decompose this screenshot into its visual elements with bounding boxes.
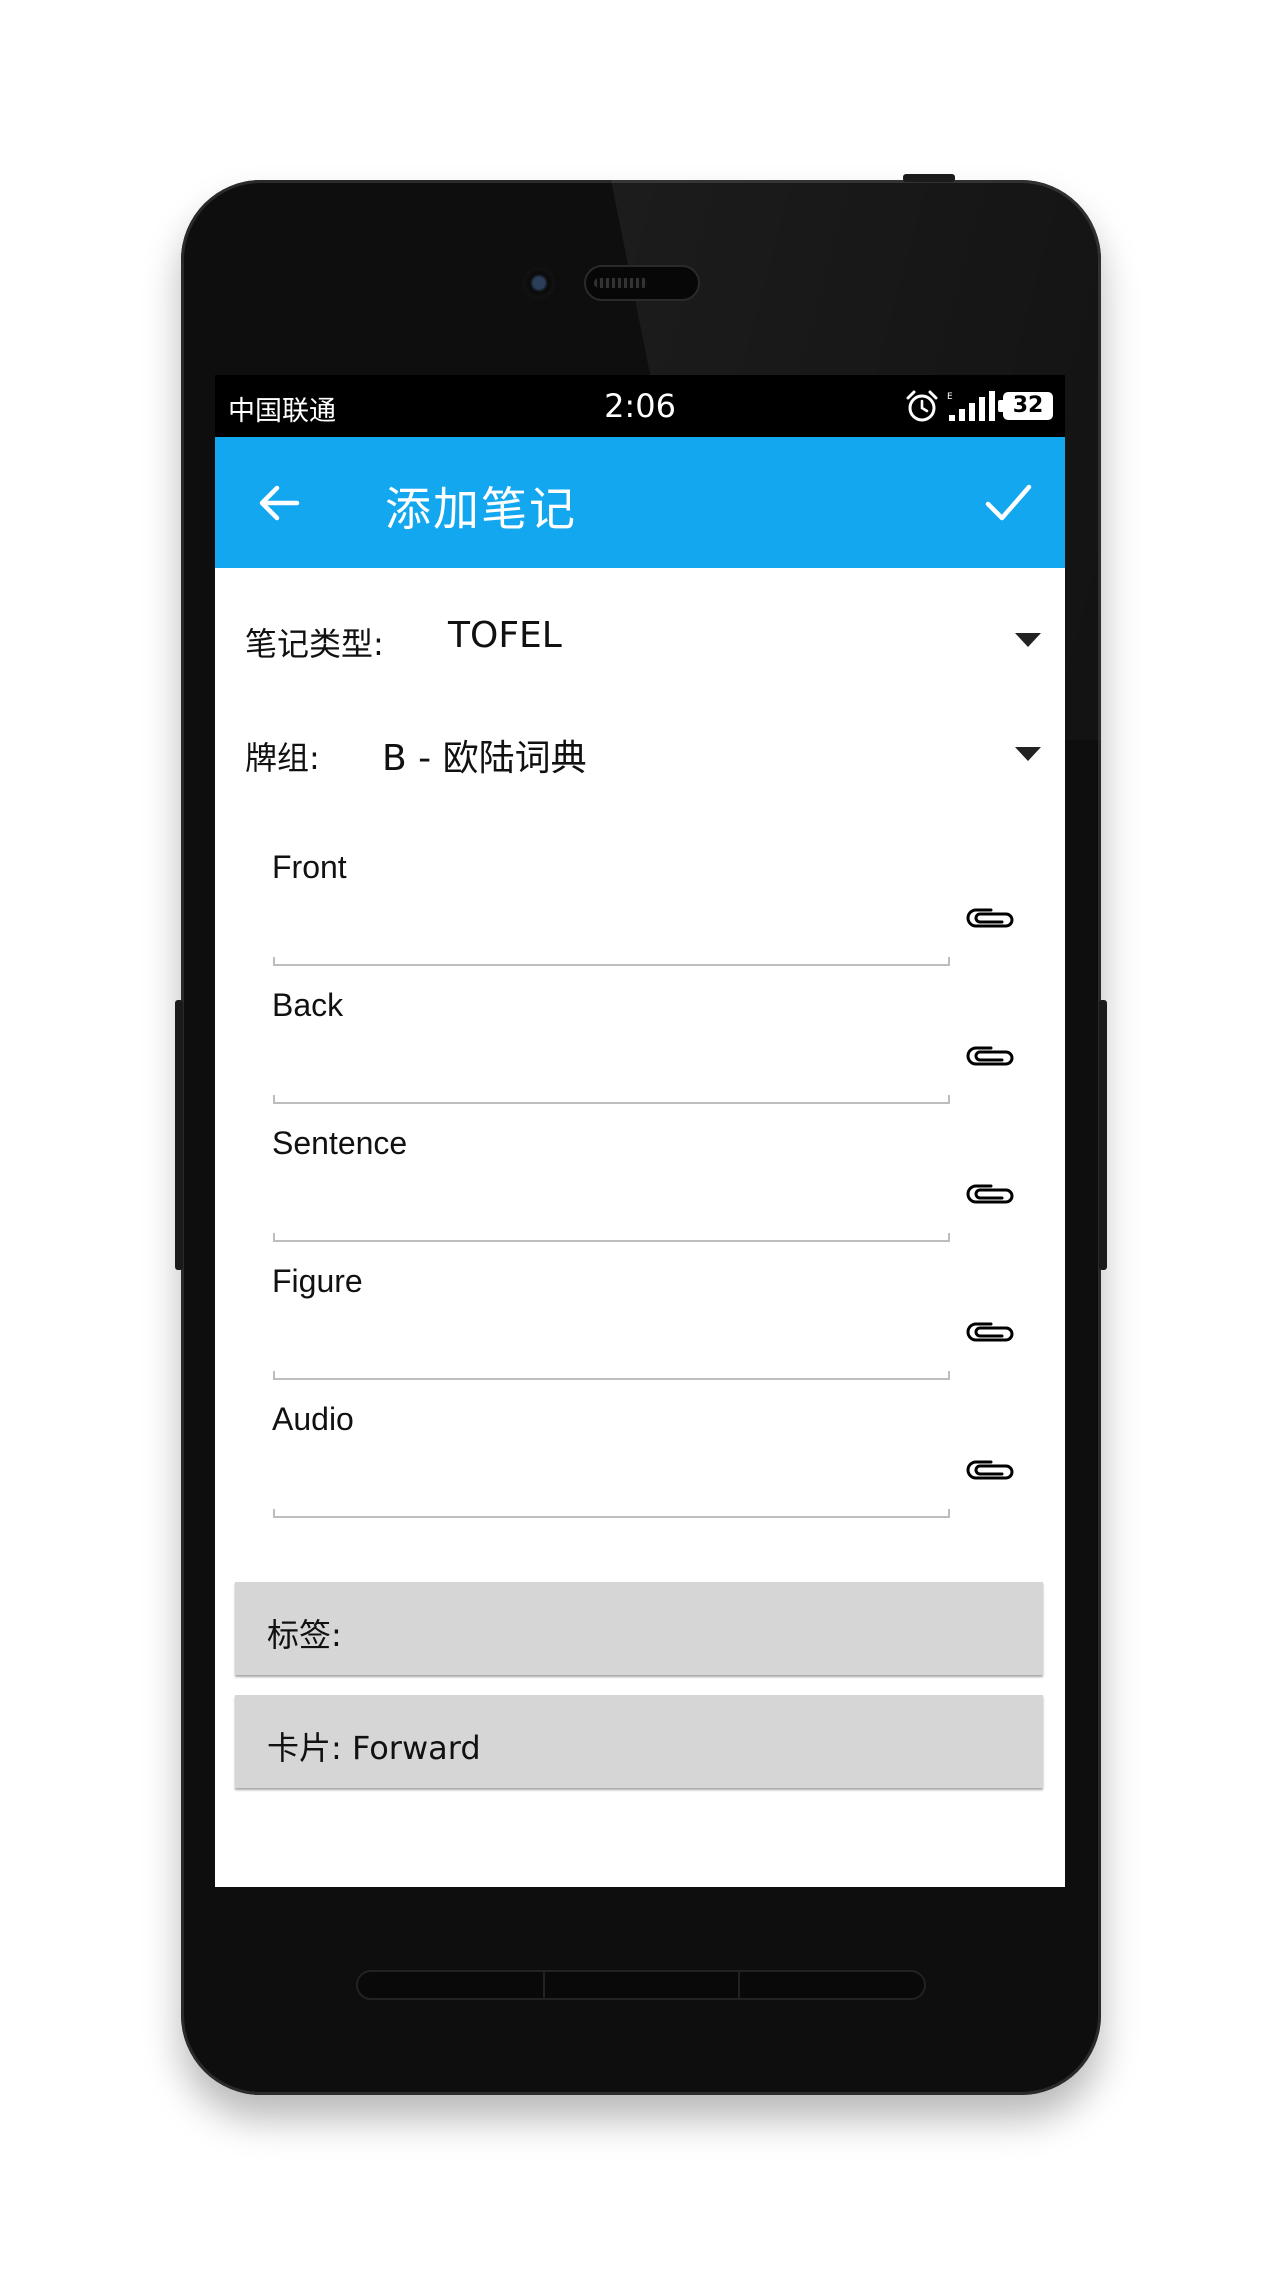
attachment-icon[interactable] — [965, 1177, 1017, 1211]
front-camera — [523, 267, 555, 299]
field-label: Figure — [272, 1263, 363, 1299]
deck-value: B - 欧陆词典 — [382, 738, 587, 779]
field-label: Audio — [272, 1401, 354, 1437]
field-label: Front — [272, 849, 347, 885]
input-underline — [273, 1095, 950, 1104]
alarm-icon — [906, 390, 938, 422]
field-label: Back — [272, 987, 344, 1023]
earpiece-speaker — [584, 265, 700, 301]
input-underline — [273, 1233, 950, 1242]
app-bar: 添加笔记 — [215, 437, 1065, 568]
deck-spinner[interactable]: 牌组: B - 欧陆词典 — [215, 711, 1065, 791]
tags-button-label: 标签: — [267, 1616, 342, 1654]
page-title: 添加笔记 — [385, 482, 577, 536]
figure-input[interactable] — [272, 1325, 950, 1371]
field-audio: Audio — [272, 1401, 1032, 1539]
back-input[interactable] — [272, 1049, 950, 1095]
input-underline — [273, 1371, 950, 1380]
field-figure: Figure — [272, 1263, 1032, 1401]
attachment-icon[interactable] — [965, 1453, 1017, 1487]
battery-icon: 32 — [998, 392, 1053, 420]
volume-button-right — [1099, 1000, 1107, 1270]
status-icons: E 32 — [905, 387, 1053, 425]
audio-input[interactable] — [272, 1463, 950, 1509]
front-input[interactable] — [272, 911, 950, 957]
cards-button-label: 卡片: Forward — [267, 1729, 481, 1767]
network-type-label: E — [947, 392, 953, 402]
status-bar: 中国联通 2:06 E 32 — [215, 375, 1065, 437]
attachment-icon[interactable] — [965, 1039, 1017, 1073]
input-underline — [273, 957, 950, 966]
tags-button[interactable]: 标签: — [235, 1582, 1043, 1675]
power-button — [903, 174, 955, 182]
input-underline — [273, 1509, 950, 1518]
attachment-icon[interactable] — [965, 901, 1017, 935]
confirm-check-icon[interactable] — [983, 477, 1033, 527]
field-label: Sentence — [272, 1125, 408, 1161]
volume-button-left — [175, 1000, 183, 1270]
nav-key-divider — [543, 1972, 545, 1998]
cards-button[interactable]: 卡片: Forward — [235, 1695, 1043, 1788]
back-arrow-icon[interactable] — [255, 479, 303, 527]
field-sentence: Sentence — [272, 1125, 1032, 1263]
deck-label: 牌组: — [245, 739, 320, 777]
field-back: Back — [272, 987, 1032, 1125]
signal-icon: E — [947, 391, 995, 421]
field-front: Front — [272, 849, 1032, 987]
note-type-label: 笔记类型: — [245, 625, 384, 663]
dropdown-arrow-icon — [1015, 747, 1041, 761]
app-screen: 中国联通 2:06 E 32 添加笔记 笔记类型: TOFEL 牌组: B - … — [215, 375, 1065, 1887]
dropdown-arrow-icon — [1015, 633, 1041, 647]
nav-key-divider — [738, 1972, 740, 1998]
attachment-icon[interactable] — [965, 1315, 1017, 1349]
navigation-keys — [356, 1970, 926, 2000]
note-type-spinner[interactable]: 笔记类型: TOFEL — [215, 597, 1065, 677]
sentence-input[interactable] — [272, 1187, 950, 1233]
note-type-value: TOFEL — [448, 615, 562, 656]
